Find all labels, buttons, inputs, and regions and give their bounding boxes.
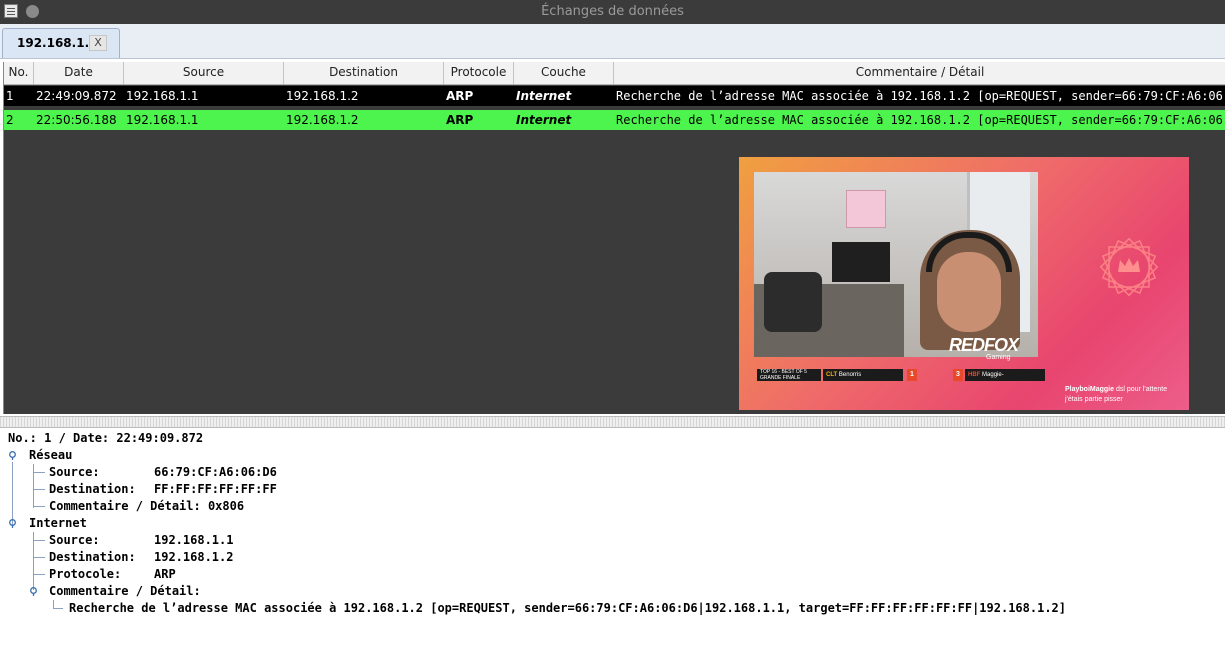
left-player-tag: CLT <box>826 372 838 378</box>
field-reseau-source: Source: 66:79:CF:A6:06:D6 <box>49 464 277 481</box>
scoreboard: TOP 16 - BEST OF 5 GRANDE FINALE CLT Ben… <box>757 369 1047 381</box>
tab-label: 192.168.1.3 <box>17 36 98 50</box>
tree-connector <box>33 489 45 490</box>
tab-host[interactable]: 192.168.1.3 X <box>2 28 120 58</box>
field-label: Source: <box>49 465 100 479</box>
window-title: Échanges de données <box>541 4 684 19</box>
right-player-name: Maggie- <box>982 372 1004 378</box>
cell-protocol: ARP <box>446 113 474 127</box>
left-player-name: Benorris <box>838 372 862 378</box>
cell-source: 192.168.1.1 <box>126 113 199 127</box>
field-internet-destination: Destination: 192.168.1.2 <box>49 549 233 566</box>
cell-no: 2 <box>6 113 14 127</box>
brand-subtitle: Gaming <box>986 354 1011 361</box>
field-value: 192.168.1.1 <box>154 533 234 547</box>
tree-connector <box>33 506 45 507</box>
column-header-protocol[interactable]: Protocole <box>444 62 514 84</box>
cell-protocol: ARP <box>446 89 474 103</box>
column-header-layer[interactable]: Couche <box>514 62 614 84</box>
field-internet-comment-node[interactable]: Commentaire / Détail: <box>49 583 201 600</box>
cell-date: 22:49:09.872 <box>36 89 117 103</box>
chair <box>764 272 822 332</box>
cell-destination: 192.168.1.2 <box>286 113 359 127</box>
node-expanded-icon[interactable] <box>8 451 17 460</box>
field-reseau-destination: Destination: FF:FF:FF:FF:FF:FF <box>49 481 277 498</box>
tree-connector <box>33 472 45 473</box>
field-value: 66:79:CF:A6:06:D6 <box>154 465 277 479</box>
chat-username: PlayboiMaggie <box>1065 386 1115 393</box>
monitor <box>832 242 890 282</box>
field-label: Destination: <box>49 482 136 496</box>
tree-connector <box>33 540 45 541</box>
field-reseau-comment: Commentaire / Détail: 0x806 <box>49 498 244 515</box>
wall-poster <box>846 190 886 228</box>
pane-splitter[interactable] <box>0 416 1225 428</box>
cell-comment: Recherche de l’adresse MAC associée à 19… <box>616 113 1225 127</box>
brand-logo: REDFOX <box>949 335 1019 355</box>
node-expanded-icon[interactable] <box>29 587 38 596</box>
field-label: Protocole: <box>49 567 122 581</box>
field-value: FF:FF:FF:FF:FF:FF <box>154 482 277 496</box>
node-expanded-icon[interactable] <box>8 519 17 528</box>
title-bar: Échanges de données <box>0 0 1225 24</box>
cell-date: 22:50:56.188 <box>36 113 117 127</box>
table-header: No. Date Source Destination Protocole Co… <box>4 62 1225 85</box>
field-internet-source: Source: 192.168.1.1 <box>49 532 233 549</box>
column-header-comment[interactable]: Commentaire / Détail <box>614 62 1225 84</box>
crown-emblem-icon <box>1099 237 1159 297</box>
field-label: Source: <box>49 533 100 547</box>
tab-strip: 192.168.1.3 X <box>0 24 1225 59</box>
tree-connector <box>33 574 45 575</box>
left-player-score: 1 <box>907 369 917 381</box>
tab-close-button[interactable]: X <box>89 35 107 51</box>
tree-connector <box>33 557 45 558</box>
field-value: ARP <box>154 567 176 581</box>
cell-layer: Internet <box>516 89 572 103</box>
packet-detail-tree: No.: 1 / Date: 22:49:09.872 Réseau Sourc… <box>0 428 1225 668</box>
column-header-source[interactable]: Source <box>124 62 284 84</box>
match-label: TOP 16 - BEST OF 5 GRANDE FINALE <box>757 369 821 381</box>
right-player-score: 3 <box>953 369 963 381</box>
tree-connector <box>53 608 63 609</box>
cell-layer: Internet <box>516 113 572 127</box>
node-reseau[interactable]: Réseau <box>29 447 72 464</box>
field-internet-protocol: Protocole: ARP <box>49 566 176 583</box>
field-label: Commentaire / Détail: <box>49 499 201 513</box>
cell-no: 1 <box>6 89 14 103</box>
field-value: 192.168.1.2 <box>154 550 234 564</box>
right-player-tag: HBF <box>968 372 981 378</box>
column-header-date[interactable]: Date <box>34 62 124 84</box>
column-header-destination[interactable]: Destination <box>284 62 444 84</box>
table-row[interactable]: 2 22:50:56.188 192.168.1.1 192.168.1.2 A… <box>4 110 1225 130</box>
chat-message: PlayboiMaggie dsl pour l'attente j'étais… <box>1065 385 1185 405</box>
field-value: 0x806 <box>207 499 245 513</box>
field-label: Destination: <box>49 550 136 564</box>
field-internet-comment: Recherche de l’adresse MAC associée à 19… <box>69 601 1066 615</box>
video-preview: REDFOX Gaming TOP 16 - BEST OF 5 GRANDE … <box>739 157 1189 410</box>
detail-header: No.: 1 / Date: 22:49:09.872 <box>8 431 204 445</box>
node-internet[interactable]: Internet <box>29 515 87 532</box>
column-header-no[interactable]: No. <box>4 62 34 84</box>
cell-source: 192.168.1.1 <box>126 89 199 103</box>
cell-destination: 192.168.1.2 <box>286 89 359 103</box>
cell-comment: Recherche de l’adresse MAC associée à 19… <box>616 89 1225 103</box>
webcam-frame <box>754 172 1038 357</box>
left-player-box: CLT Benorris <box>823 369 903 381</box>
tree-connector <box>33 464 34 508</box>
right-player-box: HBF Maggie- <box>965 369 1045 381</box>
tree-connector <box>12 462 13 526</box>
table-row[interactable]: 1 22:49:09.872 192.168.1.1 192.168.1.2 A… <box>4 86 1225 106</box>
